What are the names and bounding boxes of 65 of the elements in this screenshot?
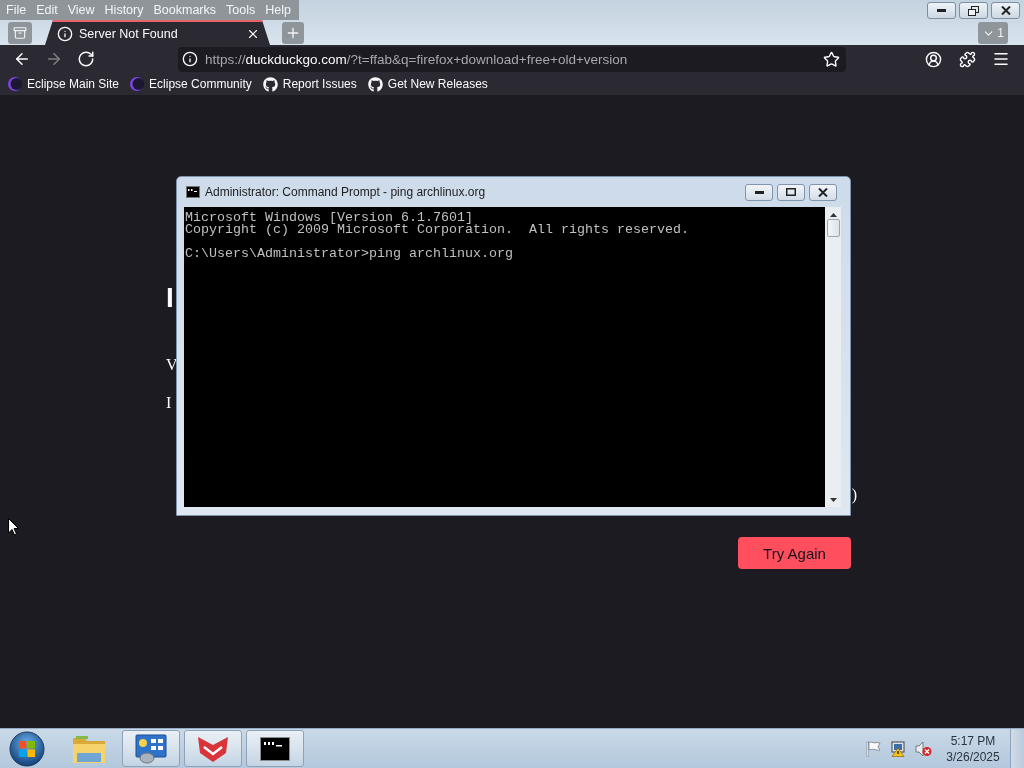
speaker-muted-icon <box>915 740 932 757</box>
scroll-up-icon[interactable] <box>829 213 837 217</box>
taskbar-app-button[interactable] <box>122 730 180 767</box>
archive-box-icon <box>13 26 27 40</box>
tab-title: Server Not Found <box>79 26 179 41</box>
arrow-right-icon <box>45 50 63 68</box>
info-icon <box>182 51 198 67</box>
address-field[interactable]: https://duckduckgo.com/?t=ffab&q=firefox+download+free+old+version <box>178 46 846 72</box>
menu-item[interactable]: View <box>62 3 100 17</box>
restore-button[interactable] <box>959 2 988 19</box>
heading-fragment: I <box>166 283 174 313</box>
close-button[interactable] <box>991 2 1020 19</box>
folder-icon <box>72 733 106 764</box>
scrollbar-thumb[interactable] <box>826 219 840 237</box>
console-line: C:\Users\Administrator>ping archlinux.org <box>185 248 514 260</box>
mouse-cursor-icon <box>8 518 19 536</box>
github-logo-icon <box>367 76 383 92</box>
clock[interactable]: 5:17 PM 3/26/2025 <box>946 732 1000 765</box>
puzzle-icon <box>958 50 976 68</box>
network-warning-icon <box>890 740 906 757</box>
terminal-icon <box>186 186 200 198</box>
restore-icon <box>968 5 979 16</box>
scroll-down-icon[interactable] <box>829 498 837 502</box>
flag-icon <box>866 740 882 757</box>
maximize-icon <box>786 188 796 196</box>
crescent-icon <box>130 77 145 91</box>
minimize-icon <box>754 190 764 194</box>
reload-icon <box>77 50 95 68</box>
browser-tab[interactable]: Server Not Found <box>45 20 270 45</box>
console-line: Microsoft Windows [Version 6.1.7601] <box>185 212 473 224</box>
volume-button[interactable] <box>915 740 932 757</box>
close-icon <box>818 187 828 197</box>
info-icon <box>57 25 73 42</box>
scrollbar-track[interactable] <box>825 207 841 507</box>
network-button[interactable] <box>890 740 906 757</box>
action-center-button[interactable] <box>866 740 882 757</box>
close-icon <box>1000 6 1011 15</box>
text-fragment: I <box>166 394 172 412</box>
chevron-shield-icon <box>197 734 229 763</box>
star-icon[interactable] <box>823 50 840 68</box>
console-line: Copyright (c) 2009 Microsoft Corporation. All rights reserved. <box>185 224 690 236</box>
bookmark-item[interactable]: Eclipse Main Site <box>8 77 120 91</box>
close-button[interactable] <box>809 183 837 201</box>
github-logo-icon <box>262 76 278 92</box>
plus-icon <box>285 25 301 41</box>
minimize-button[interactable] <box>745 183 773 201</box>
minimize-icon <box>937 9 946 12</box>
bookmark-item[interactable]: Report Issues <box>262 76 357 92</box>
text-fragment: ) <box>851 486 857 504</box>
maximize-button[interactable] <box>777 183 805 201</box>
try-again-button[interactable]: Try Again <box>738 537 851 569</box>
url-text: https://duckduckgo.com/?t=ffab&q=firefox+download+free+old+version <box>205 51 629 67</box>
account-icon <box>924 50 942 68</box>
start-orb-icon <box>9 730 45 767</box>
minimize-button[interactable] <box>927 2 956 19</box>
text-fragment: V <box>166 356 178 374</box>
console-area[interactable]: Microsoft Windows [Version 6.1.7601] Copyright (c) 2009 Microsoft Corporation. All rights reserved. C:\Users\Administrator>ping archlinux.org <box>184 207 825 507</box>
bookmark-item[interactable]: Get New Releases <box>367 76 488 92</box>
terminal-icon <box>260 736 290 761</box>
taskbar-app-button[interactable] <box>246 730 304 767</box>
window-grid-icon <box>135 733 167 764</box>
bookmark-item[interactable]: Eclipse Community <box>130 77 252 91</box>
window-title: Administrator: Command Prompt - ping archlinux.org <box>205 185 486 199</box>
menu-icon <box>992 50 1010 68</box>
crescent-icon <box>8 77 22 91</box>
